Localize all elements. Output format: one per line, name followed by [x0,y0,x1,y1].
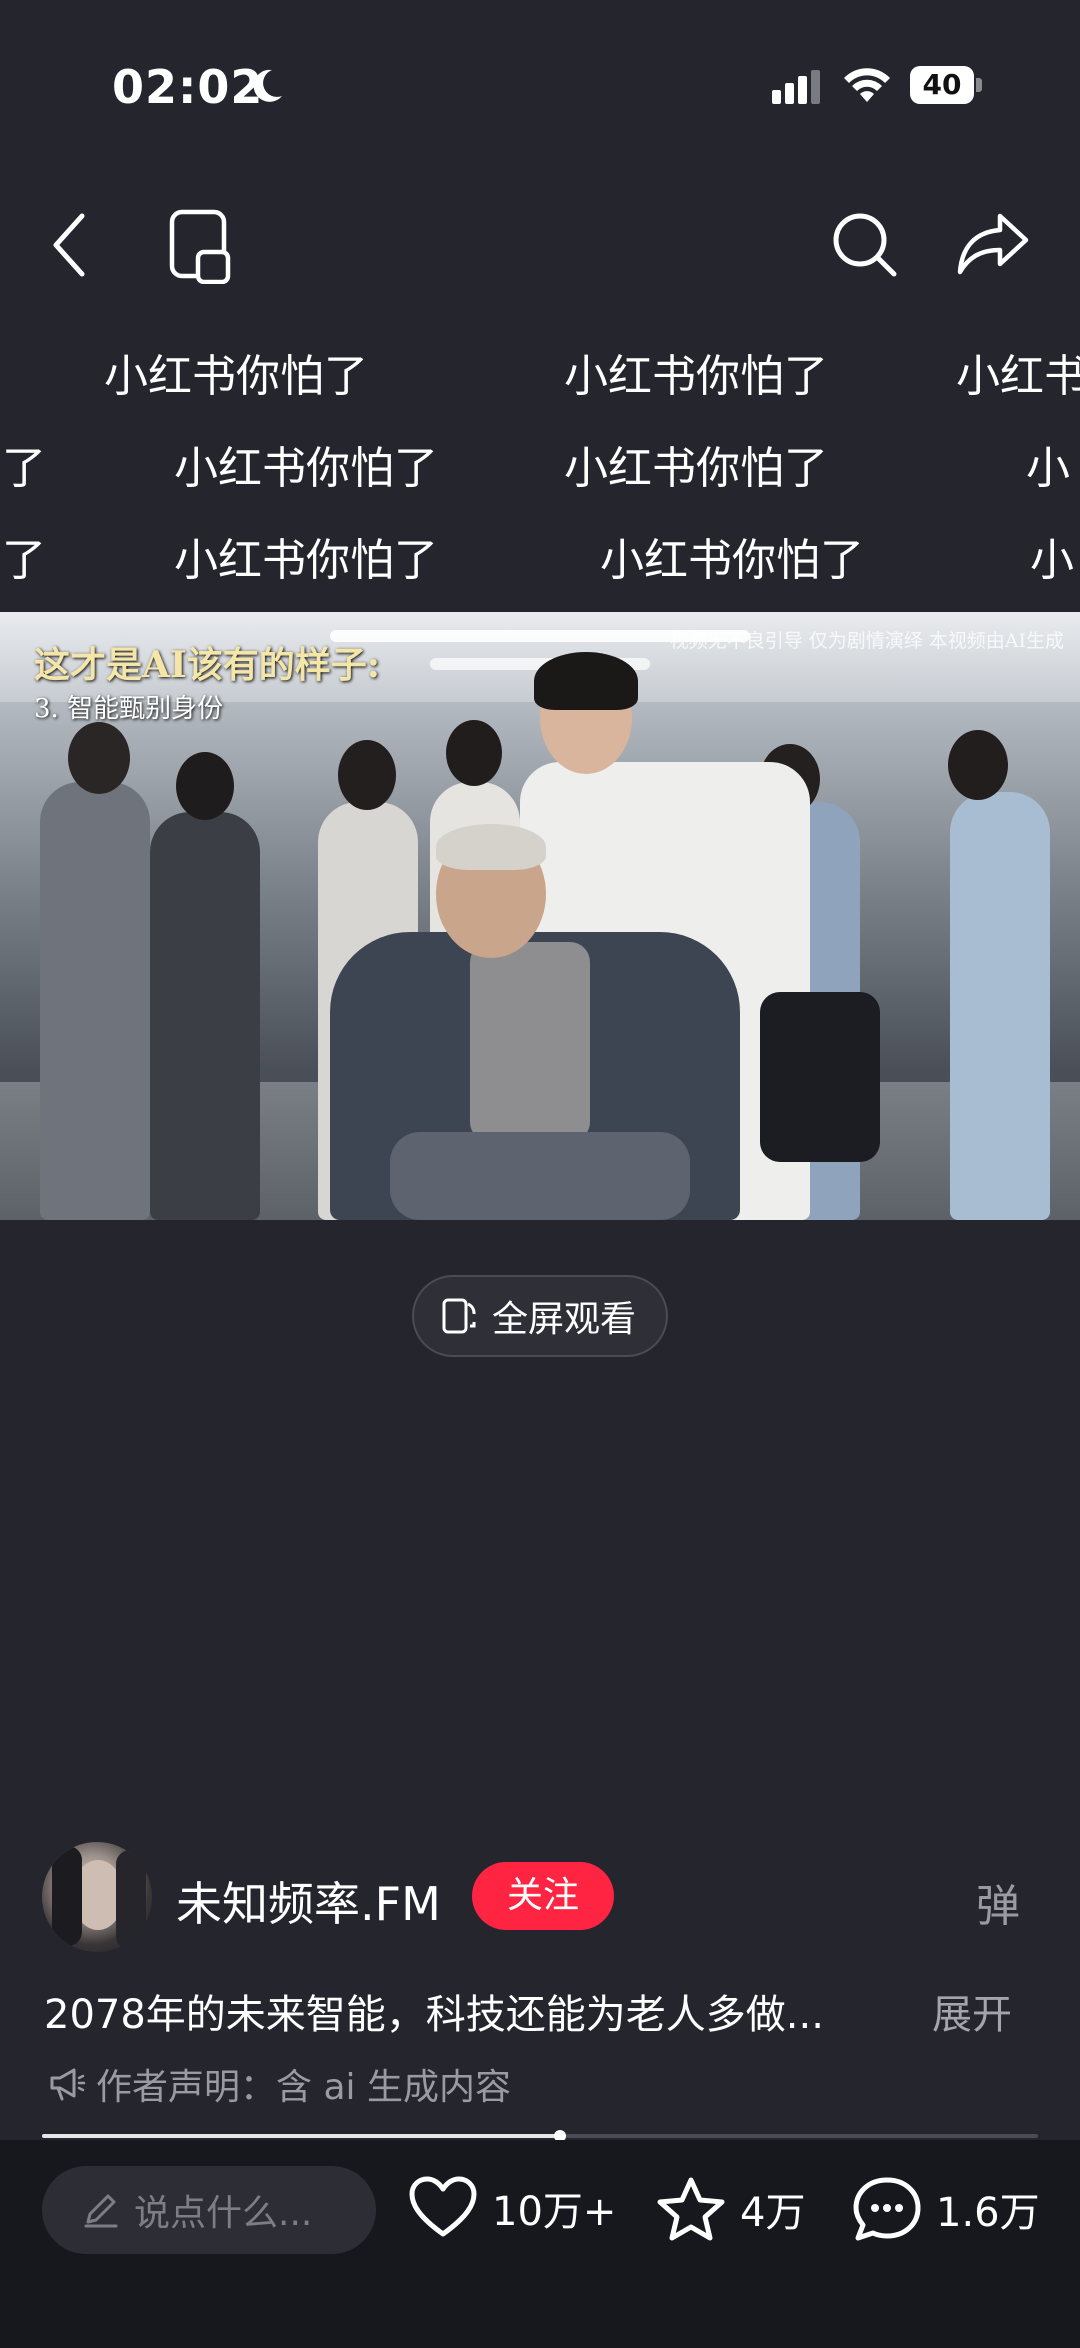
battery-level: 40 [922,68,962,101]
note-detail-screen: 02:02 40 小红书你怕了 小红书你怕了 小红书 怕了 小 [0,0,1080,2348]
status-time: 02:02 [112,60,264,114]
moon-icon [253,69,282,102]
watermark-text: 怕了 [0,535,46,586]
collect-button[interactable]: 4万 [656,2176,805,2242]
video-player[interactable]: 这才是AI该有的样子: 3. 智能甄别身份 视频无不良引导 仅为剧情演绎 本视频… [0,612,1080,1220]
share-icon[interactable] [956,210,1032,276]
search-icon[interactable] [830,210,900,280]
like-button[interactable]: 10万+ [408,2176,616,2240]
watermark-text: 小 [1030,535,1074,586]
fullscreen-label: 全屏观看 [492,1299,637,1340]
comment-count: 1.6万 [936,2190,1040,2236]
like-count: 10万+ [492,2189,617,2235]
danmu-toggle-icon[interactable]: 弹 [976,1870,1020,1934]
author-notice: 作者声明：含 ai 生成内容 [48,2058,511,2110]
megaphone-icon [50,2068,86,2101]
watermark-row: 怕了 小红书你怕了 小红书你怕了 小 [0,524,1080,586]
rotate-screen-icon [442,1298,476,1334]
watermark-text: 小红书你怕了 [174,443,438,494]
watermark-row: 怕了 小红书你怕了 小红书你怕了 小 [0,432,1080,494]
watermark-text: 小红书你怕了 [174,535,438,586]
follow-button[interactable]: 关注 [472,1862,614,1930]
watermark-text: 小 [1026,443,1070,494]
comment-bubble-icon [853,2177,921,2241]
pencil-icon [84,2194,118,2228]
wifi-icon [844,68,890,102]
watermark-text: 小红书你怕了 [600,535,864,586]
watermark-text: 怕了 [0,443,46,494]
watermark-text: 小红书你怕了 [564,351,828,402]
battery-indicator: 40 [910,66,982,104]
fullscreen-button[interactable]: 全屏观看 [412,1275,668,1357]
video-subtitle-overlay: 3. 智能甄别身份 [34,694,224,724]
star-icon [657,2177,725,2241]
author-notice-text: 作者声明：含 ai 生成内容 [96,2067,511,2108]
watermark-text: 小红书你怕了 [564,443,828,494]
watermark-row: 小红书你怕了 小红书你怕了 小红书 [0,340,1080,402]
back-icon[interactable] [48,210,92,280]
cellular-signal-icon [772,70,820,104]
mini-window-icon[interactable] [168,208,232,284]
collect-count: 4万 [740,2190,806,2236]
expand-link[interactable]: 展开 [932,1982,1012,2040]
video-title-overlay: 这才是AI该有的样子: [34,644,381,686]
heart-icon [409,2176,477,2237]
comment-input[interactable]: 说点什么... [42,2166,376,2254]
video-progress-fill [42,2134,560,2138]
video-progress-bar[interactable] [42,2130,1038,2142]
watermark-text: 小红书你怕了 [104,351,368,402]
author-name[interactable]: 未知频率.FM [176,1868,441,1934]
comment-button[interactable]: 1.6万 [852,2176,1040,2242]
watermark-text: 小红书 [956,351,1080,402]
post-description: 2078年的未来智能，科技还能为老人多做... [44,1992,824,2038]
comment-placeholder: 说点什么... [134,2193,313,2234]
video-disclaimer: 视频无不良引导 仅为剧情演绎 本视频由AI生成 [669,630,1064,652]
author-avatar[interactable] [42,1842,152,1952]
